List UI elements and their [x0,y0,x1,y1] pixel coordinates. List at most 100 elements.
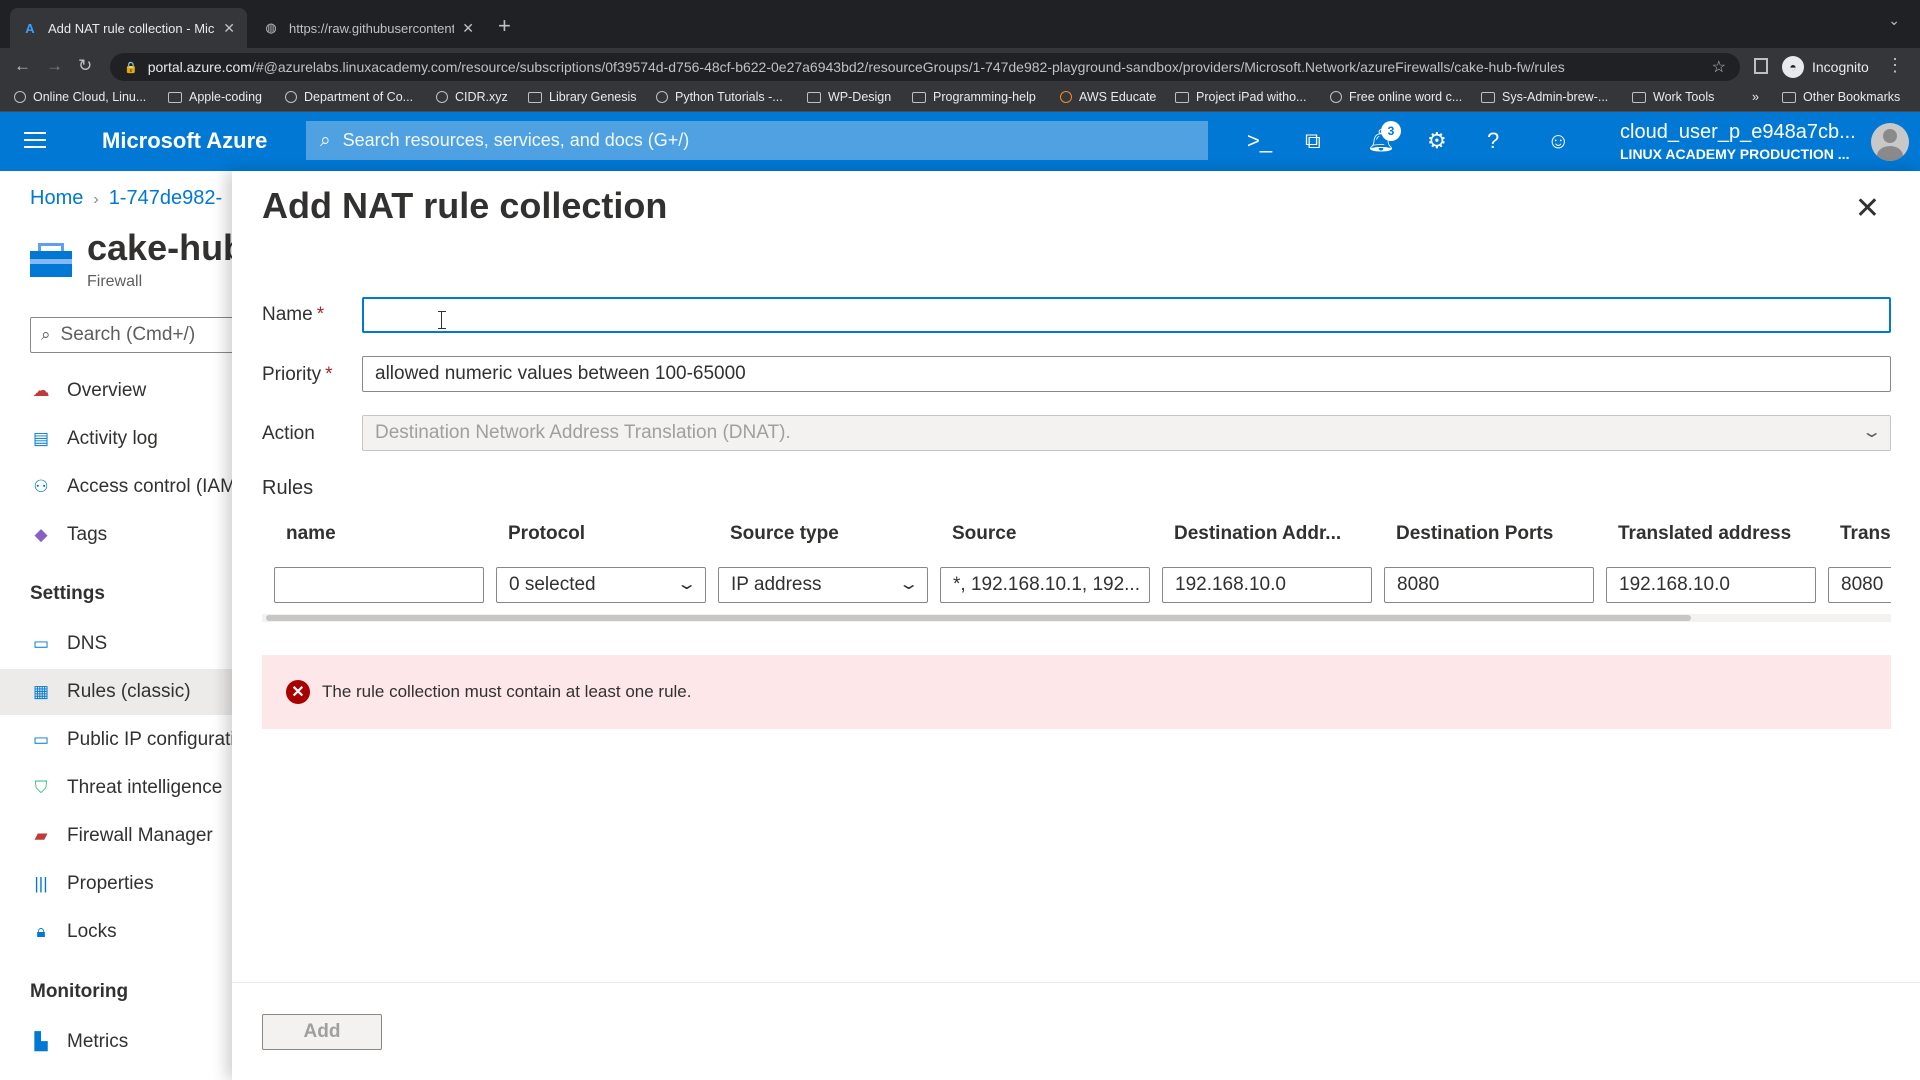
bookmark-icon [14,91,26,103]
folder-icon [1481,91,1495,103]
bookmark-folder[interactable]: WP-Design [807,90,891,104]
incognito-label: Incognito [1812,59,1869,75]
protocol-select[interactable]: 0 selected ⌄ [496,567,706,603]
close-icon[interactable]: ✕ [1855,191,1880,226]
resource-type: Firewall [87,273,143,290]
priority-label: Priority * [262,364,333,385]
sidebar-item-access-control[interactable]: ⚇ Access control (IAM) [0,464,232,510]
global-search-placeholder: Search resources, services, and docs (G+… [342,130,690,150]
bookmark-icon [285,91,297,103]
priority-input[interactable]: allowed numeric values between 100-65000 [362,356,1891,392]
bookmark-item[interactable]: Python Tutorials -... [656,90,783,104]
bookmark-folder[interactable]: Apple-coding [168,90,262,104]
scrollbar-thumb[interactable] [266,615,1691,621]
sidebar-item-firewall-manager[interactable]: ▰ Firewall Manager [0,813,232,859]
sidebar-item-label: Tags [67,524,108,545]
sidebar-item-threat-intelligence[interactable]: ⛉ Threat intelligence [0,765,232,811]
sidebar-item-rules-classic[interactable]: ▦ Rules (classic) [0,669,232,715]
sidebar-item-properties[interactable]: ||| Properties [0,861,232,907]
translated-port-input[interactable]: 8080 [1828,567,1891,603]
resource-menu-search-placeholder: Search (Cmd+/) [60,324,196,345]
sidebar-item-label: Activity log [67,428,158,449]
feedback-icon[interactable]: ☺ [1547,128,1569,154]
account-tenant: LINUX ACADEMY PRODUCTION ... [1620,146,1850,162]
avatar[interactable] [1871,123,1909,161]
rule-name-input[interactable] [274,567,484,603]
back-arrow-icon[interactable]: ← [14,56,31,76]
action-label: Action [262,423,315,444]
sidebar-item-tags[interactable]: ◆ Tags [0,512,232,558]
lock-icon: 🔒 [124,61,138,74]
close-tab-icon[interactable]: ✕ [223,20,235,37]
bookmark-item[interactable]: Library Genesis [528,90,637,104]
other-bookmarks[interactable]: Other Bookmarks [1782,90,1900,104]
bookmark-item[interactable]: CIDR.xyz [436,90,508,104]
action-select: Destination Network Address Translation … [362,415,1891,451]
shield-icon: ⛉ [34,778,48,797]
directory-filter-icon[interactable]: ⧉ [1305,128,1321,154]
browser-menu-icon[interactable]: ⋮ [1886,55,1904,76]
sidebar-item-activity-log[interactable]: ▤ Activity log [0,416,232,462]
globe-icon: ◍ [265,20,277,35]
bookmarks-overflow-icon[interactable]: » [1752,90,1759,104]
bookmark-item[interactable]: Department of Co... [285,90,413,104]
action-value: Destination Network Address Translation … [375,422,791,443]
sidebar-item-overview[interactable]: ☁ Overview [0,368,232,414]
browser-tab[interactable]: ◍ https://raw.githubusercontent. ✕ [251,8,486,48]
metrics-icon: ▙ [34,1032,48,1051]
notification-count-badge: 3 [1381,121,1401,141]
section-header-monitoring: Monitoring [30,981,129,1002]
help-icon[interactable]: ? [1487,128,1499,154]
url-field[interactable]: 🔒 portal.azure.com/#@azurelabs.linuxacad… [110,53,1740,81]
azure-icon: A [25,20,35,36]
close-tab-icon[interactable]: ✕ [462,20,474,37]
bookmark-folder[interactable]: Programming-help [912,90,1036,104]
resource-menu-search[interactable]: ⌕ Search (Cmd+/) [30,317,232,353]
bookmark-icon [656,91,668,103]
bookmark-folder[interactable]: Work Tools [1632,90,1714,104]
tab-search-chevron-icon[interactable]: ⌄ [1888,12,1900,29]
url-host: portal.azure.com [147,59,252,75]
sidebar-item-locks[interactable]: 🔒︎ Locks [0,909,232,955]
rules-section-label: Rules [262,477,314,499]
name-input[interactable] [362,297,1891,333]
bookmark-item[interactable]: Project iPad witho... [1175,90,1306,104]
bookmark-icon [1175,91,1189,103]
breadcrumb-resource-group[interactable]: 1-747de982- [109,187,222,209]
azure-top-bar: Microsoft Azure ⌕ Search resources, serv… [0,112,1920,171]
cloud-shell-icon[interactable]: >_ [1247,128,1272,154]
reload-icon[interactable]: ↻ [78,56,92,76]
source-type-select[interactable]: IP address ⌄ [718,567,928,603]
incognito-indicator[interactable]: ◓ Incognito [1782,53,1869,81]
source-input[interactable]: *, 192.168.10.1, 192... [940,567,1150,603]
bookmark-item[interactable]: Online Cloud, Linu... [14,90,146,104]
breadcrumb-home[interactable]: Home [30,187,83,209]
account-menu[interactable]: cloud_user_p_e948a7cb... LINUX ACADEMY P… [1620,121,1856,162]
portal-menu-icon[interactable] [24,132,46,153]
sidebar-item-metrics[interactable]: ▙ Metrics [0,1019,232,1065]
global-search-input[interactable]: ⌕ Search resources, services, and docs (… [306,121,1208,160]
panel-footer: Add [232,982,1920,1080]
destination-ports-input[interactable]: 8080 [1384,567,1594,603]
rules-grid-scrollbar[interactable] [262,614,1891,622]
translated-address-input[interactable]: 192.168.10.0 [1606,567,1816,603]
bookmark-star-icon[interactable]: ☆ [1712,57,1726,77]
bookmark-item[interactable]: AWS Educate [1060,90,1156,104]
search-icon: ⌕ [41,325,51,344]
new-tab-icon[interactable]: + [498,13,511,39]
tab-title: Add NAT rule collection - Micr [48,20,216,36]
bookmark-item[interactable]: Free online word c... [1330,90,1462,104]
sidebar-item-public-ip[interactable]: ▭ Public IP configuration [0,717,232,763]
add-button[interactable]: Add [262,1014,382,1050]
dns-icon: ▭ [32,634,50,653]
azure-brand[interactable]: Microsoft Azure [102,128,267,154]
access-control-icon: ⚇ [33,477,49,496]
sidebar-item-dns[interactable]: ▭ DNS [0,621,232,667]
side-panel-icon[interactable] [1754,58,1768,74]
destination-address-input[interactable]: 192.168.10.0 [1162,567,1372,603]
chevron-down-icon: ⌄ [1860,424,1883,441]
forward-arrow-icon[interactable]: → [46,56,63,76]
settings-gear-icon[interactable]: ⚙ [1427,128,1447,154]
browser-tab-active[interactable]: A Add NAT rule collection - Micr ✕ [10,8,247,48]
bookmark-folder[interactable]: Sys-Admin-brew-... [1481,90,1608,104]
